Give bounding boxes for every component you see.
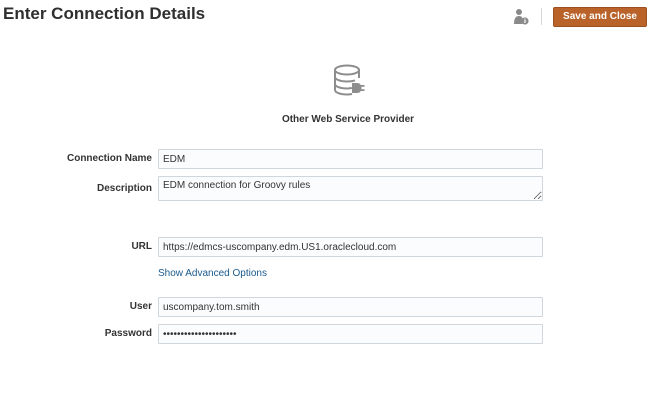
description-label: Description	[96, 183, 152, 194]
show-advanced-options-link[interactable]: Show Advanced Options	[158, 268, 267, 279]
database-connector-icon	[333, 64, 365, 98]
connection-details-page: Enter Connection Details Save and Close …	[0, 0, 649, 404]
password-input[interactable]	[158, 324, 543, 344]
save-and-close-button[interactable]: Save and Close	[553, 7, 647, 27]
provider-name: Other Web Service Provider	[281, 114, 415, 125]
connection-name-input[interactable]	[158, 149, 543, 169]
user-input[interactable]	[158, 297, 543, 317]
password-label: Password	[104, 328, 152, 339]
toolbar-divider	[541, 8, 542, 25]
user-label: User	[129, 301, 152, 312]
user-info-icon[interactable]	[513, 8, 529, 26]
connection-name-label: Connection Name	[66, 153, 152, 164]
description-textarea[interactable]: EDM connection for Groovy rules	[158, 176, 543, 201]
page-title: Enter Connection Details	[3, 4, 206, 23]
url-input[interactable]	[158, 237, 543, 257]
url-label: URL	[131, 241, 152, 252]
